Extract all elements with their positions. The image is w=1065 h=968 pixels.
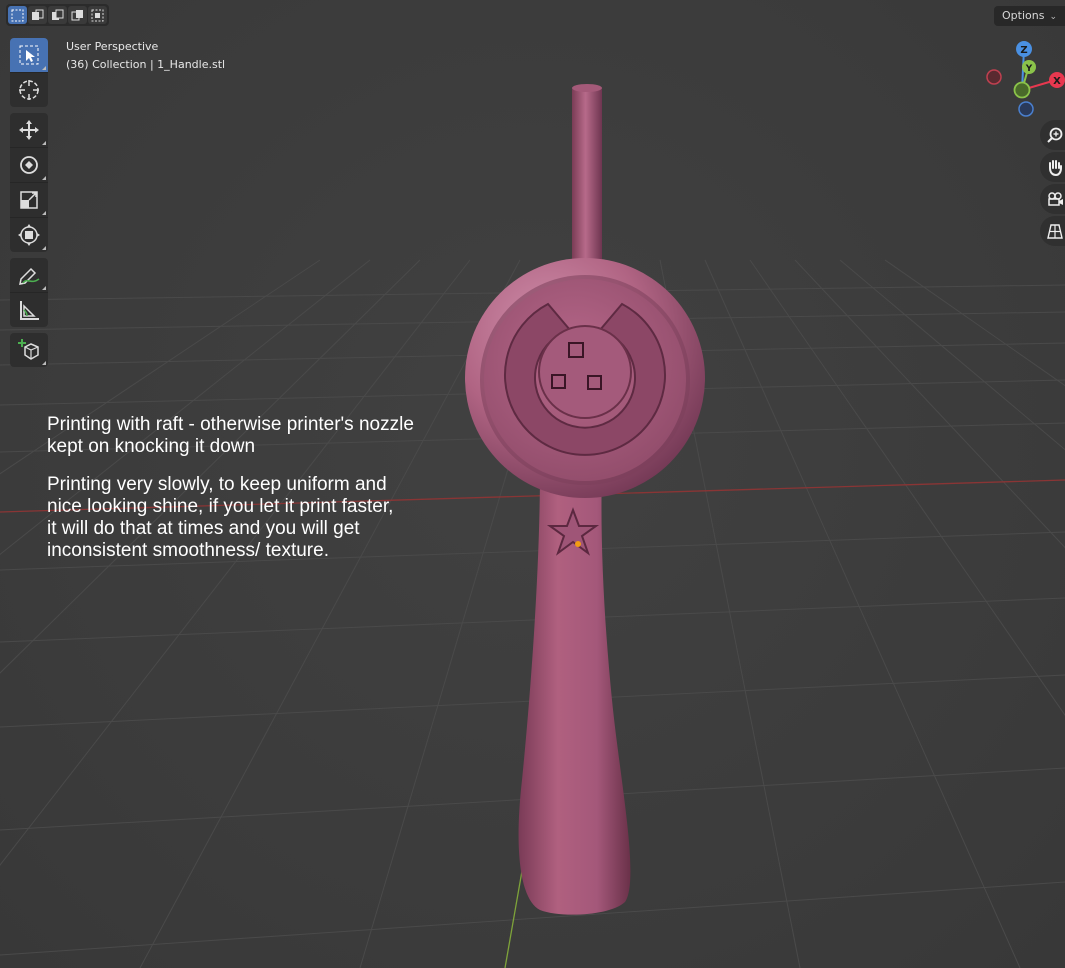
neg-y-axis-icon[interactable] xyxy=(1013,81,1031,99)
x-axis-label: X xyxy=(1053,76,1061,87)
emblem-center xyxy=(538,325,632,419)
measure-tool[interactable] xyxy=(10,293,48,327)
viewport-info: User Perspective (36) Collection | 1_Han… xyxy=(66,38,225,74)
top-pin-cap xyxy=(572,84,602,92)
pan-hand-icon xyxy=(1049,160,1062,176)
neg-z-axis-icon[interactable] xyxy=(1018,101,1034,117)
selection-mode-group xyxy=(6,4,109,26)
3d-viewport[interactable]: Options ⌄ User Perspective (36) Collecti… xyxy=(0,0,1065,968)
scale-icon xyxy=(20,191,38,209)
chevron-down-icon: ⌄ xyxy=(1049,12,1057,22)
select-extend-icon[interactable] xyxy=(28,6,47,24)
camera-button[interactable] xyxy=(1040,184,1065,214)
select-subtract-icon[interactable] xyxy=(48,6,67,24)
zoom-icon xyxy=(1047,127,1063,143)
neg-x-axis-icon[interactable] xyxy=(986,69,1002,85)
ortho-grid-icon xyxy=(1047,224,1063,239)
rotate-icon xyxy=(20,156,38,174)
options-dropdown[interactable]: Options ⌄ xyxy=(994,6,1065,26)
nav-buttons xyxy=(1040,120,1065,248)
rotate-tool[interactable] xyxy=(10,148,48,183)
note-speed: Printing very slowly, to keep uniform an… xyxy=(47,474,394,561)
cursor-tool[interactable] xyxy=(10,73,48,107)
transform-icon xyxy=(18,224,40,246)
scale-tool[interactable] xyxy=(10,183,48,218)
camera-icon xyxy=(1048,192,1063,206)
y-axis-label: Y xyxy=(1025,64,1033,74)
annotate-icon xyxy=(19,267,40,285)
select-difference-icon[interactable] xyxy=(68,6,87,24)
select-new-icon[interactable] xyxy=(8,6,27,24)
navigation-gizmo[interactable]: Z Y X xyxy=(980,36,1065,121)
move-icon xyxy=(19,120,39,140)
pan-button[interactable] xyxy=(1040,152,1065,182)
select-box-icon xyxy=(19,45,39,65)
select-intersect-icon[interactable] xyxy=(88,6,107,24)
view-name: User Perspective xyxy=(66,40,159,53)
zoom-button[interactable] xyxy=(1040,120,1065,150)
cursor-icon xyxy=(19,80,39,100)
move-tool[interactable] xyxy=(10,113,48,148)
annotate-tool[interactable] xyxy=(10,258,48,293)
add-cube-tool[interactable] xyxy=(10,333,48,367)
ortho-toggle-button[interactable] xyxy=(1040,216,1065,246)
options-label: Options xyxy=(1002,9,1045,22)
select-box-tool[interactable] xyxy=(10,38,48,73)
measure-icon xyxy=(20,301,39,320)
z-axis-label: Z xyxy=(1020,45,1027,56)
note-raft: Printing with raft - otherwise printer's… xyxy=(47,414,414,457)
viewport-header: Options ⌄ xyxy=(0,0,1065,30)
tool-shelf xyxy=(10,38,48,373)
collection-label: (36) Collection | 1_Handle.stl xyxy=(66,58,226,71)
add-cube-icon xyxy=(18,339,39,360)
origin-dot xyxy=(575,541,581,547)
top-pin xyxy=(572,86,602,266)
transform-tool[interactable] xyxy=(10,218,48,252)
